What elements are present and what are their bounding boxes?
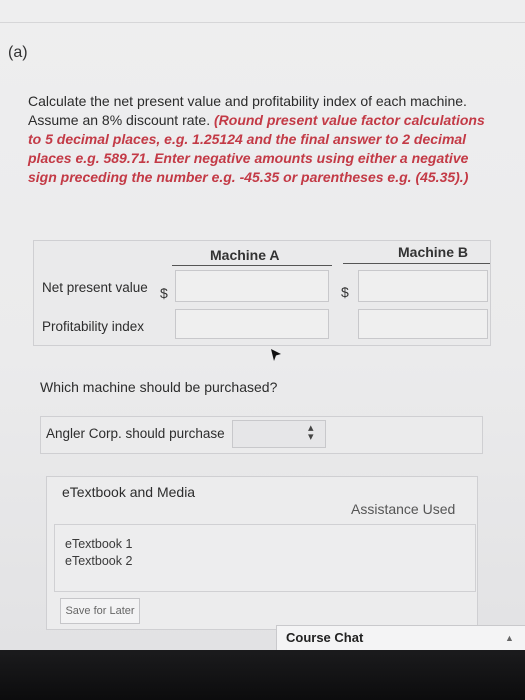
screen-bottom-bezel <box>0 650 525 700</box>
part-label: (a) <box>8 44 28 61</box>
up-down-arrows-icon: ▴ ▾ <box>308 422 314 443</box>
assistance-used-label: Assistance Used <box>351 501 456 517</box>
row-label-net-present-value: Net present value <box>42 280 148 295</box>
pi-machine-b-input[interactable] <box>358 309 488 339</box>
npv-machine-b-input[interactable] <box>358 270 488 302</box>
save-for-later-button[interactable]: Save for Later <box>60 598 140 624</box>
currency-symbol-a: $ <box>160 285 168 301</box>
header-underline-b <box>343 263 490 264</box>
course-chat-label: Course Chat <box>286 630 364 645</box>
mouse-pointer-icon <box>271 349 281 361</box>
question-text: Which machine should be purchased? <box>40 379 278 395</box>
etextbook-2-link[interactable]: eTextbook 2 <box>65 554 132 568</box>
npv-machine-a-input[interactable] <box>175 270 329 302</box>
row-label-profitability-index: Profitability index <box>42 319 145 334</box>
header-divider <box>0 22 525 23</box>
currency-symbol-b: $ <box>341 284 349 300</box>
header-underline-a <box>172 265 332 266</box>
etextbook-1-link[interactable]: eTextbook 1 <box>65 537 132 551</box>
instructions: Calculate the net present value and prof… <box>28 92 498 187</box>
purchase-label: Angler Corp. should purchase <box>46 426 225 441</box>
column-header-machine-a: Machine A <box>210 247 280 263</box>
column-header-machine-b: Machine B <box>398 244 469 260</box>
caret-up-icon[interactable]: ▲ <box>505 633 514 643</box>
pi-machine-a-input[interactable] <box>175 309 329 339</box>
etextbook-title[interactable]: eTextbook and Media <box>62 484 195 500</box>
